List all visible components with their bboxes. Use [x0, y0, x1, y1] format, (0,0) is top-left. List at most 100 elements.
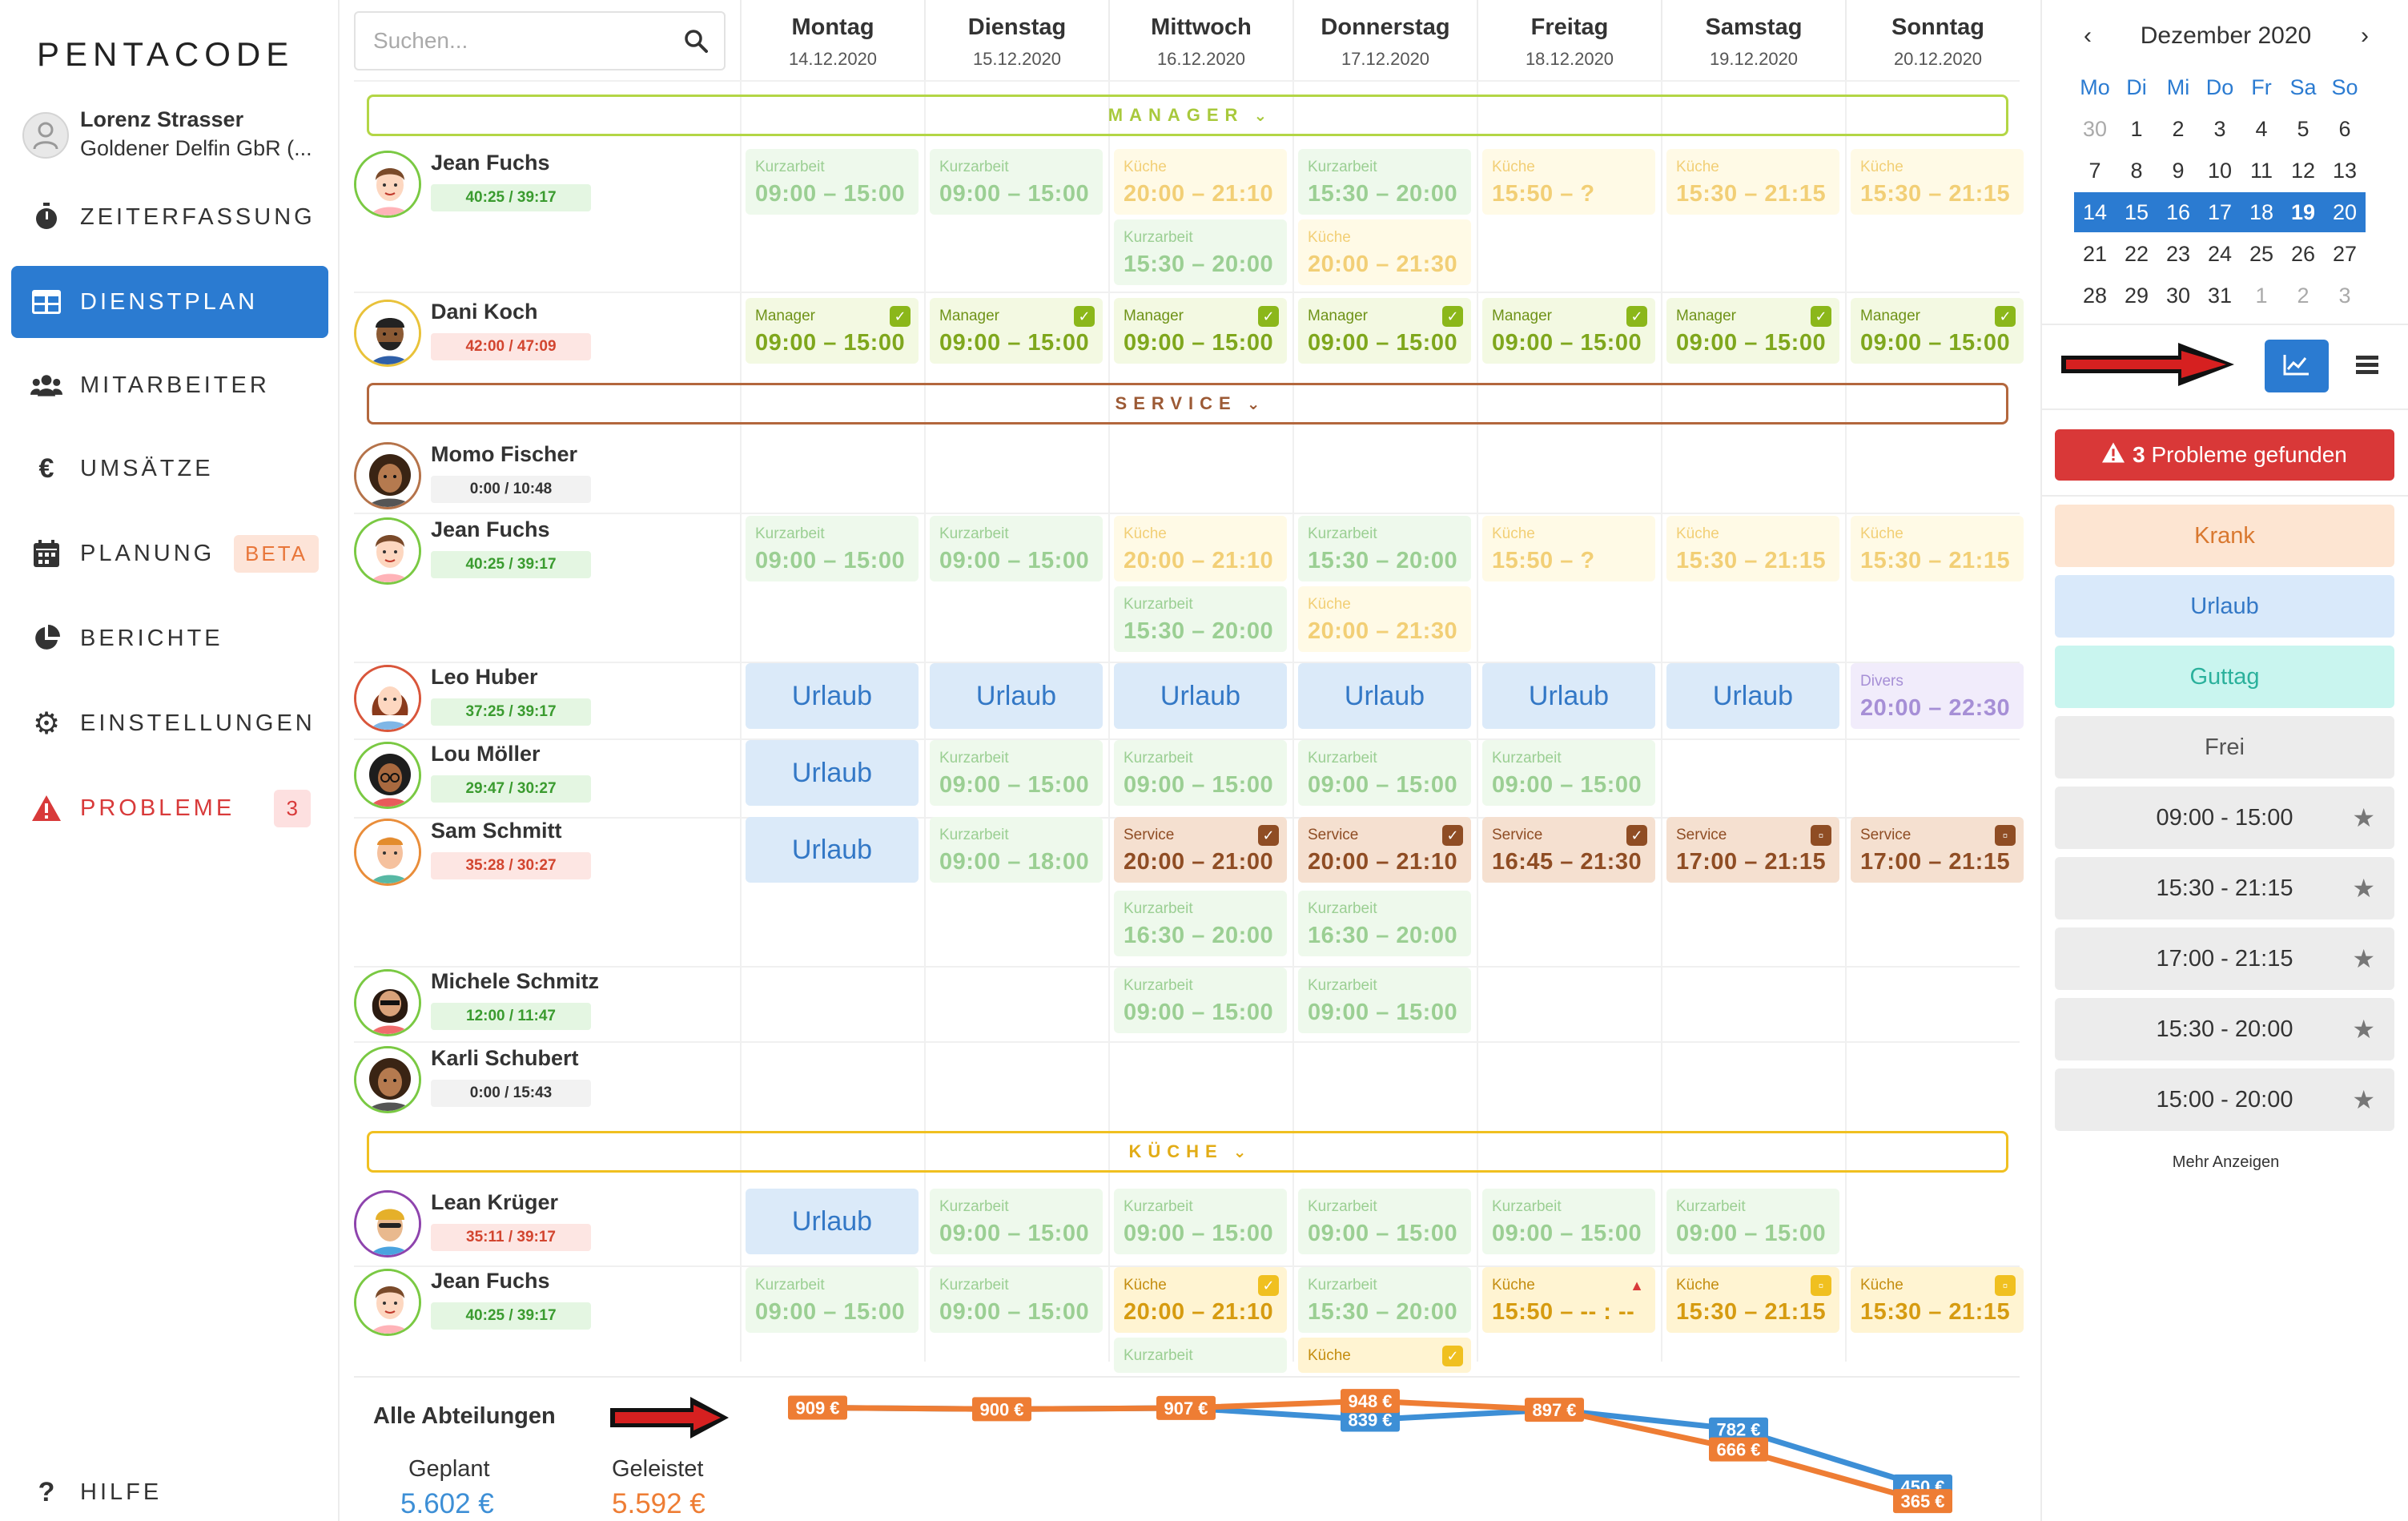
shift-card[interactable]: Kurzarbeit 09:00 – 15:00: [746, 516, 919, 581]
calendar-day[interactable]: 16: [2157, 192, 2199, 232]
shift-card[interactable]: Kurzarbeit 16:30 – 20:00: [1114, 891, 1287, 956]
department-header-kueche[interactable]: KÜCHE ⌄: [367, 1131, 2008, 1173]
user-profile[interactable]: Lorenz Strasser Goldener Delfin GbR (...: [22, 104, 327, 168]
absence-guttag-button[interactable]: Guttag: [2055, 646, 2394, 708]
calendar-day[interactable]: 12: [2282, 151, 2324, 191]
shift-card[interactable]: Kurzarbeit 16:30 – 20:00: [1298, 891, 1471, 956]
day-header-saturday[interactable]: Samstag 19.12.2020: [1661, 0, 1845, 80]
shift-card[interactable]: Kurzarbeit 09:00 – 15:00: [1298, 968, 1471, 1033]
shift-card[interactable]: Divers 20:00 – 22:30: [1851, 663, 2024, 729]
calendar-day[interactable]: 13: [2324, 151, 2366, 191]
shift-card[interactable]: Küche 20:00 – 21:30: [1298, 586, 1471, 652]
shift-card[interactable]: Kurzarbeit 09:00 – 15:00: [1482, 1189, 1655, 1254]
shift-card[interactable]: Kurzarbeit 09:00 – 15:00: [930, 149, 1103, 215]
vacation-card[interactable]: Urlaub: [1666, 663, 1839, 729]
calendar-day[interactable]: 1: [2116, 109, 2157, 149]
calendar-day[interactable]: 3: [2199, 109, 2241, 149]
employee-row[interactable]: Jean Fuchs 40:25 / 39:17: [354, 1269, 706, 1341]
shift-card[interactable]: Manager 09:00 – 15:00 ✓: [746, 298, 919, 364]
vacation-card[interactable]: Urlaub: [746, 1189, 919, 1254]
shift-card[interactable]: Kurzarbeit 09:00 – 15:00: [930, 1267, 1103, 1333]
shift-template-button[interactable]: 15:30 - 20:00 ★: [2055, 998, 2394, 1060]
shift-card[interactable]: Kurzarbeit 09:00 – 15:00: [1114, 968, 1287, 1033]
shift-card[interactable]: Küche 20:00 – 21:10 ✓: [1114, 1267, 1287, 1333]
star-icon[interactable]: ★: [2352, 998, 2375, 1060]
shift-card[interactable]: Kurzarbeit 09:00 – 15:00: [746, 149, 919, 215]
employee-row[interactable]: Momo Fischer 0:00 / 10:48: [354, 442, 706, 514]
calendar-day[interactable]: 19: [2282, 192, 2324, 232]
shift-card[interactable]: Kurzarbeit 09:00 – 15:00: [1298, 740, 1471, 806]
shift-card[interactable]: Küche 20:00 – 21:10: [1114, 516, 1287, 581]
absence-urlaub-button[interactable]: Urlaub: [2055, 575, 2394, 638]
shift-card[interactable]: Kurzarbeit 09:00 – 15:00: [1666, 1189, 1839, 1254]
shift-card[interactable]: Kurzarbeit 15:30 – 20:00: [1298, 516, 1471, 581]
calendar-day[interactable]: 8: [2116, 151, 2157, 191]
shift-card[interactable]: Kurzarbeit 15:30 – 20:00: [1298, 149, 1471, 215]
calendar-day[interactable]: 26: [2282, 234, 2324, 274]
calendar-day[interactable]: 5: [2282, 109, 2324, 149]
employee-row[interactable]: Karli Schubert 0:00 / 15:43: [354, 1046, 706, 1118]
day-header-tuesday[interactable]: Dienstag 15.12.2020: [924, 0, 1108, 80]
shift-template-button[interactable]: 15:30 - 21:15 ★: [2055, 857, 2394, 919]
day-header-friday[interactable]: Freitag 18.12.2020: [1477, 0, 1661, 80]
calendar-day[interactable]: 24: [2199, 234, 2241, 274]
show-more-link[interactable]: Mehr Anzeigen: [2042, 1153, 2408, 1172]
calendar-day[interactable]: 6: [2324, 109, 2366, 149]
calendar-day[interactable]: 2: [2157, 109, 2199, 149]
shift-card[interactable]: Küche 15:30 – 21:15: [1851, 149, 2024, 215]
shift-card[interactable]: Service 20:00 – 21:00 ✓: [1114, 817, 1287, 883]
shift-card[interactable]: Kurzarbeit 09:00 – 18:00: [930, 817, 1103, 883]
vacation-card[interactable]: Urlaub: [746, 817, 919, 883]
calendar-day[interactable]: 31: [2199, 276, 2241, 316]
shift-card[interactable]: Service 20:00 – 21:10 ✓: [1298, 817, 1471, 883]
calendar-day[interactable]: 9: [2157, 151, 2199, 191]
list-view-button[interactable]: [2335, 340, 2399, 392]
calendar-day[interactable]: 28: [2074, 276, 2116, 316]
shift-card[interactable]: Kurzarbeit 09:00 – 15:00: [1482, 740, 1655, 806]
vacation-card[interactable]: Urlaub: [1298, 663, 1471, 729]
shift-card[interactable]: Kurzarbeit 09:00 – 15:00: [746, 1267, 919, 1333]
shift-card[interactable]: Küche 15:30 – 21:15: [1666, 149, 1839, 215]
vacation-card[interactable]: Urlaub: [746, 663, 919, 729]
shift-card[interactable]: Küche 20:00 – 21:10: [1114, 149, 1287, 215]
nav-planung[interactable]: PLANUNG BETA: [11, 517, 328, 589]
chart-view-button[interactable]: [2265, 340, 2329, 392]
day-header-wednesday[interactable]: Mittwoch 16.12.2020: [1108, 0, 1292, 80]
employee-row[interactable]: Jean Fuchs 40:25 / 39:17: [354, 151, 706, 223]
star-icon[interactable]: ★: [2352, 787, 2375, 849]
calendar-day[interactable]: 18: [2241, 192, 2282, 232]
calendar-day[interactable]: 4: [2241, 109, 2282, 149]
employee-row[interactable]: Jean Fuchs 40:25 / 39:17: [354, 517, 706, 589]
absence-frei-button[interactable]: Frei: [2055, 716, 2394, 779]
search-box[interactable]: [354, 11, 726, 70]
shift-card[interactable]: Küche 15:30 – 21:15: [1851, 516, 2024, 581]
shift-card[interactable]: Service 16:45 – 21:30 ✓: [1482, 817, 1655, 883]
nav-dienstplan[interactable]: DIENSTPLAN: [11, 266, 328, 338]
calendar-day[interactable]: 23: [2157, 234, 2199, 274]
calendar-day[interactable]: 20: [2324, 192, 2366, 232]
day-header-monday[interactable]: Montag 14.12.2020: [740, 0, 924, 80]
shift-card[interactable]: Kurzarbeit 15:30 – 20:00: [1114, 586, 1287, 652]
search-icon[interactable]: [684, 29, 708, 57]
vacation-card[interactable]: Urlaub: [746, 740, 919, 806]
employee-row[interactable]: Dani Koch 42:00 / 47:09: [354, 300, 706, 372]
shift-card[interactable]: Kurzarbeit 09:00 – 15:00: [1298, 1189, 1471, 1254]
shift-card[interactable]: Service 17:00 – 21:15 ▫: [1666, 817, 1839, 883]
shift-card[interactable]: Küche 20:00 – 21:30: [1298, 219, 1471, 285]
calendar-day[interactable]: 2: [2282, 276, 2324, 316]
vacation-card[interactable]: Urlaub: [1114, 663, 1287, 729]
shift-card[interactable]: Manager 09:00 – 15:00 ✓: [1114, 298, 1287, 364]
nav-probleme[interactable]: PROBLEME 3: [11, 772, 328, 844]
shift-card[interactable]: Küche 15:50 – ?: [1482, 149, 1655, 215]
employee-row[interactable]: Lean Krüger 35:11 / 39:17: [354, 1190, 706, 1262]
employee-row[interactable]: Michele Schmitz 12:00 / 11:47: [354, 969, 706, 1041]
shift-card[interactable]: Kurzarbeit 09:00 – 15:00: [930, 516, 1103, 581]
calendar-day[interactable]: 14: [2074, 192, 2116, 232]
calendar-day[interactable]: 21: [2074, 234, 2116, 274]
chevron-right-icon[interactable]: ›: [2361, 22, 2369, 50]
shift-card[interactable]: Küche 15:50 – ?: [1482, 516, 1655, 581]
shift-card[interactable]: Küche ✓: [1298, 1338, 1471, 1373]
shift-card[interactable]: Kurzarbeit 15:30 – 20:00: [1298, 1267, 1471, 1333]
calendar-day[interactable]: 3: [2324, 276, 2366, 316]
calendar-day[interactable]: 25: [2241, 234, 2282, 274]
